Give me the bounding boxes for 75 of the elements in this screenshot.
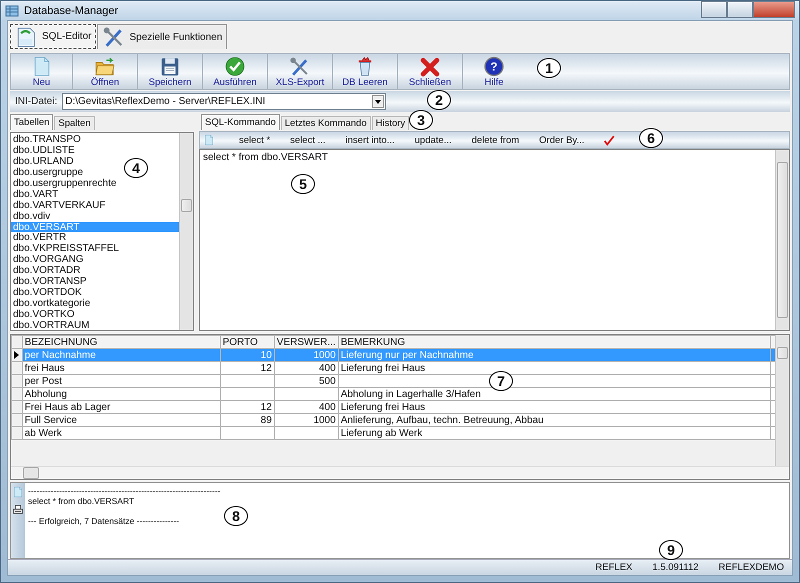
toolbar-button[interactable]: DB Leeren [333, 54, 398, 90]
sql-button[interactable]: insert into... [336, 134, 405, 146]
tab[interactable]: SQL-Kommando [201, 114, 280, 130]
ini-dropdown[interactable]: D:\Gevitas\ReflexDemo - Server\REFLEX.INI [62, 93, 386, 110]
ini-label: INI-Datei: [15, 96, 58, 108]
status-text: 1.5.091112 [652, 562, 699, 574]
column-header[interactable]: PORTO [220, 336, 274, 349]
list-item[interactable]: dbo.VORTRAUM [11, 320, 92, 330]
table-cell: Lieferung frei Haus [338, 362, 770, 375]
sql-button[interactable]: update... [404, 134, 462, 146]
table-cell: Lieferung ab Werk [338, 426, 770, 440]
list-item[interactable]: dbo.VORTDOK [11, 286, 84, 298]
list-item[interactable]: dbo.vdiv [11, 210, 52, 222]
list-item[interactable]: dbo.VORTADR [11, 265, 82, 276]
toolbar-button[interactable]: Ausführen [203, 54, 268, 90]
help-icon: ? [483, 56, 505, 78]
sql-text: select * from dbo.VERSART [202, 151, 329, 166]
table-cell: Frei Haus ab Lager [22, 400, 220, 414]
toolbar-button[interactable]: Schließen [398, 54, 463, 90]
sql-button[interactable]: Order By... [529, 134, 594, 146]
table-cell: 500 [274, 374, 338, 388]
status-text: REFLEX [595, 562, 632, 574]
list-item[interactable]: dbo.UDLISTE [11, 145, 77, 156]
table-cell: Abholung in Lagerhalle 3/Hafen [338, 388, 770, 401]
toolbar-button[interactable]: ? Hilfe [463, 54, 525, 90]
table-cell: Anlieferung, Aufbau, techn. Betreuung, Abbau [338, 414, 770, 427]
table-cell: per Nachnahme [22, 348, 220, 362]
column-header[interactable]: BEZEICHNUNG [22, 336, 220, 349]
table-cell: Lieferung nur per Nachnahme [338, 348, 770, 362]
tab[interactable]: Tabellen [10, 114, 54, 130]
sql-button[interactable]: select ... [280, 134, 336, 146]
toolbar-button[interactable]: Öffnen [73, 54, 138, 90]
list-item[interactable]: dbo.usergruppenrechte [11, 178, 118, 189]
sql-button[interactable]: select * [229, 134, 280, 146]
table-cell: ab Werk [22, 426, 220, 440]
list-item[interactable]: dbo.vortkategorie [11, 298, 92, 309]
tab[interactable]: Spalten [54, 116, 95, 130]
table-cell: 1000 [274, 414, 338, 427]
log-line: -------------------------------------------------------------------- [28, 486, 220, 496]
table-cell: Full Service [22, 414, 220, 427]
list-item[interactable]: dbo.VORTANSP [11, 276, 89, 287]
table-cell: 12 [220, 362, 274, 375]
table-cell: 400 [274, 362, 338, 375]
tab[interactable]: Spezielle Funktionen [97, 24, 228, 50]
table-cell: 89 [220, 414, 274, 427]
list-item[interactable]: dbo.URLAND [11, 156, 76, 168]
table-cell: Lieferung frei Haus [338, 400, 770, 414]
list-item[interactable]: dbo.VART [11, 188, 60, 200]
toolbar-button[interactable]: Neu [11, 54, 73, 90]
list-item[interactable]: dbo.VKPREISSTAFFEL [11, 243, 121, 254]
table-cell: 1000 [274, 348, 338, 362]
status-text: REFLEXDEMO [718, 562, 784, 574]
list-item[interactable]: dbo.TRANSPO [11, 134, 83, 146]
tab[interactable]: SQL-Editor [10, 24, 96, 50]
list-item[interactable]: dbo.usergruppe [11, 167, 86, 178]
table-cell: frei Haus [22, 362, 220, 375]
list-item[interactable]: dbo.VORTKO [11, 308, 77, 320]
table-cell: 12 [220, 400, 274, 414]
log-line: select * from dbo.VERSART [28, 496, 134, 506]
sql-button[interactable]: delete from [462, 134, 530, 146]
tab[interactable]: Letztes Kommando [280, 116, 371, 130]
toolbar-button[interactable]: Speichern [138, 54, 203, 90]
window-title: Database-Manager [24, 4, 118, 16]
table-cell: 400 [274, 400, 338, 414]
list-item[interactable]: dbo.VORGANG [11, 254, 86, 266]
table-cell: Abholung [22, 388, 220, 401]
list-item[interactable]: dbo.VERTR [11, 232, 68, 244]
column-header[interactable]: BEMERKUNG [338, 336, 770, 349]
list-item[interactable]: dbo.VARTVERKAUF [11, 200, 108, 211]
toolbar-button[interactable]: XLS-Export [268, 54, 333, 90]
log-line: --- Erfolgreich, 7 Datensätze --------------- [28, 516, 180, 526]
tab[interactable]: History [372, 116, 410, 130]
table-cell: 10 [220, 348, 274, 362]
column-header[interactable]: VERSWER... [274, 336, 338, 349]
table-cell: per Post [22, 374, 220, 388]
